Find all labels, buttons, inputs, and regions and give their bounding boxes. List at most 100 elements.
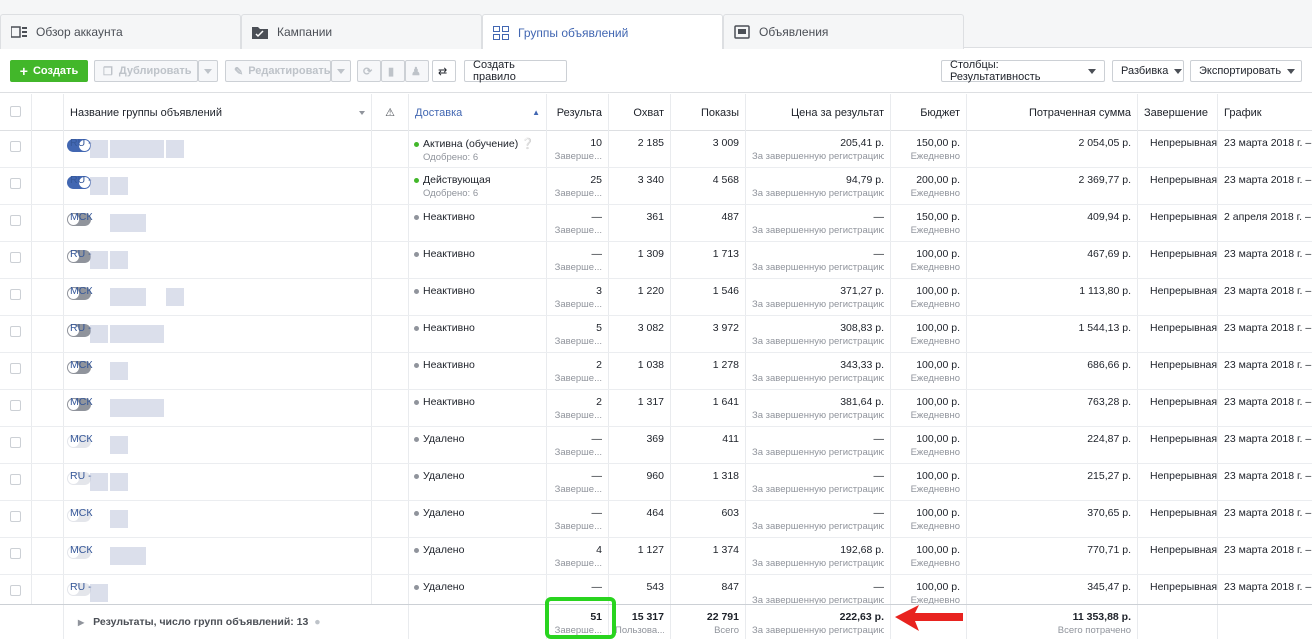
cost-cell: — За завершенную регистрацию <box>746 205 891 241</box>
tab-ad-sets[interactable]: Группы объявлений <box>482 14 723 50</box>
row-checkbox[interactable] <box>10 326 21 337</box>
row-checkbox[interactable] <box>10 363 21 374</box>
redacted-name-block <box>90 251 108 269</box>
cost-cell: 308,83 р. За завершенную регистрацию <box>746 316 891 352</box>
footer-cost: 222,63 р. За завершенную регистрацию <box>746 605 891 639</box>
edit-button[interactable]: ✎ Редактировать <box>225 60 331 82</box>
create-button[interactable]: + Создать <box>10 60 88 82</box>
header-budget[interactable]: Бюджет <box>891 94 967 131</box>
row-checkbox[interactable] <box>10 474 21 485</box>
row-checkbox[interactable] <box>10 437 21 448</box>
ad-set-name-link[interactable]: RU - <box>70 248 92 260</box>
budget-cell: 100,00 р. Ежедневно <box>891 501 967 537</box>
row-toggle-cell <box>32 464 91 500</box>
row-checkbox[interactable] <box>10 585 21 596</box>
row-checkbox[interactable] <box>10 178 21 189</box>
preview-button[interactable]: ⇄ <box>432 60 456 82</box>
table-row[interactable]: МСК Неактивно 2 Заверше... 1 317 1 641 38… <box>0 390 1312 427</box>
ad-set-name-link[interactable]: МСК <box>70 544 92 556</box>
row-checkbox[interactable] <box>10 252 21 263</box>
row-toggle-cell <box>32 168 91 204</box>
schedule-cell: 23 марта 2018 г. – П <box>1224 433 1312 445</box>
table-row[interactable]: RU - Удалено — Заверше... 960 1 318 — За з… <box>0 464 1312 501</box>
header-impressions[interactable]: Показы <box>671 94 746 131</box>
expand-icon[interactable]: ▶ <box>78 618 84 627</box>
duplicate-button[interactable]: ❐ Дублировать <box>94 60 198 82</box>
header-cost[interactable]: Цена за результат <box>746 94 891 131</box>
impressions-cell: 3 972 <box>671 316 746 352</box>
ad-set-name-link[interactable]: RU - <box>70 470 92 482</box>
header-schedule[interactable]: График <box>1218 94 1312 131</box>
row-checkbox[interactable] <box>10 400 21 411</box>
table-row[interactable]: RU - Действующая Одобрено: 6 25 Заверше..… <box>0 168 1312 205</box>
status-dot-icon <box>414 584 419 590</box>
ad-set-name-link[interactable]: RU - <box>70 581 92 593</box>
row-checkbox[interactable] <box>10 289 21 300</box>
results-cell: 2 Заверше... <box>547 390 609 426</box>
table-row[interactable]: МСК Неактивно 2 Заверше... 1 038 1 278 34… <box>0 353 1312 390</box>
schedule-cell: 23 марта 2018 г. – П <box>1224 322 1312 334</box>
row-checkbox[interactable] <box>10 215 21 226</box>
delivery-cell: Неактивно <box>409 242 547 278</box>
breakdown-dropdown[interactable]: Разбивка <box>1112 60 1184 82</box>
ad-set-name-link[interactable]: RU - <box>70 322 92 334</box>
export-dropdown[interactable]: Экспортировать <box>1190 60 1302 82</box>
results-cell: 3 Заверше... <box>547 279 609 315</box>
table-row[interactable]: МСК Удалено — Заверше... 464 603 — За заве… <box>0 501 1312 538</box>
ad-set-name-link[interactable]: МСК <box>70 507 92 519</box>
table-row[interactable]: МСК Удалено 4 Заверше... 1 127 1 374 192,… <box>0 538 1312 575</box>
table-row[interactable]: RU - Неактивно 5 Заверше... 3 082 3 972 3… <box>0 316 1312 353</box>
tab-account-overview[interactable]: Обзор аккаунта <box>0 14 241 49</box>
reach-cell: 3 340 <box>609 168 671 204</box>
header-results[interactable]: Результа <box>547 94 609 131</box>
tab-campaigns[interactable]: Кампании <box>241 14 482 49</box>
ad-set-name-link[interactable]: МСК <box>70 285 92 297</box>
row-checkbox[interactable] <box>10 511 21 522</box>
ad-set-name-link[interactable]: МСК <box>70 211 92 223</box>
row-checkbox[interactable] <box>10 141 21 152</box>
columns-dropdown[interactable]: Столбцы: Результативность <box>941 59 1105 83</box>
results-cell: — Заверше... <box>547 205 609 241</box>
redacted-name-block <box>110 214 128 232</box>
tab-label: Обзор аккаунта <box>36 25 123 39</box>
results-cell: — Заверше... <box>547 427 609 463</box>
table-row[interactable]: МСК Неактивно — Заверше... 361 487 — За за… <box>0 205 1312 242</box>
select-all-checkbox[interactable] <box>10 106 21 117</box>
ad-set-name-link[interactable]: RU - <box>70 137 92 149</box>
row-checkbox[interactable] <box>10 548 21 559</box>
header-name[interactable]: Название группы объявлений <box>64 94 372 131</box>
schedule-cell: 23 марта 2018 г. – П <box>1224 174 1312 186</box>
chevron-down-icon <box>1088 68 1096 74</box>
ad-set-name-link[interactable]: МСК <box>70 433 92 445</box>
tab-label: Группы объявлений <box>518 25 629 40</box>
trash-icon: ▮ <box>388 65 395 78</box>
redacted-name-block <box>90 177 108 195</box>
header-delivery[interactable]: Доставка ▲ <box>409 94 547 131</box>
table-row[interactable]: МСК Удалено — Заверше... 369 411 — За заве… <box>0 427 1312 464</box>
header-warning: ⚠ <box>372 94 409 131</box>
cost-cell: — За завершенную регистрацию <box>746 427 891 463</box>
duplicate-dropdown[interactable] <box>198 60 218 82</box>
table-row[interactable]: МСК Неактивно 3 Заверше... 1 220 1 546 37… <box>0 279 1312 316</box>
ad-set-name-link[interactable]: RU - <box>70 174 92 186</box>
edit-dropdown[interactable] <box>331 60 351 82</box>
header-reach[interactable]: Охват <box>609 94 671 131</box>
ad-set-name-link[interactable]: МСК <box>70 396 92 408</box>
impressions-cell: 4 568 <box>671 168 746 204</box>
ad-set-name-link[interactable]: МСК <box>70 359 92 371</box>
header-end[interactable]: Завершение <box>1138 94 1218 131</box>
reach-cell: 464 <box>609 501 671 537</box>
toggle-status-button[interactable]: ⟳ <box>357 60 381 82</box>
header-spent[interactable]: Потраченная сумма <box>967 94 1138 131</box>
tab-ads[interactable]: Объявления <box>723 14 964 49</box>
delivery-cell: Удалено <box>409 464 547 500</box>
create-rule-button[interactable]: Создать правило <box>464 59 567 83</box>
cost-cell: 192,68 р. За завершенную регистрацию <box>746 538 891 574</box>
spent-cell: 770,71 р. <box>967 538 1138 574</box>
table-row[interactable]: RU - Неактивно — Заверше... 1 309 1 713 —… <box>0 242 1312 279</box>
ab-test-button[interactable]: ♟ <box>405 60 429 82</box>
budget-cell: 100,00 р. Ежедневно <box>891 279 967 315</box>
delete-button[interactable]: ▮ <box>381 60 405 82</box>
table-row[interactable]: RU - Активна (обучение) ❔ Одобрено: 6 10 З… <box>0 131 1312 168</box>
redacted-name-block <box>128 214 146 232</box>
